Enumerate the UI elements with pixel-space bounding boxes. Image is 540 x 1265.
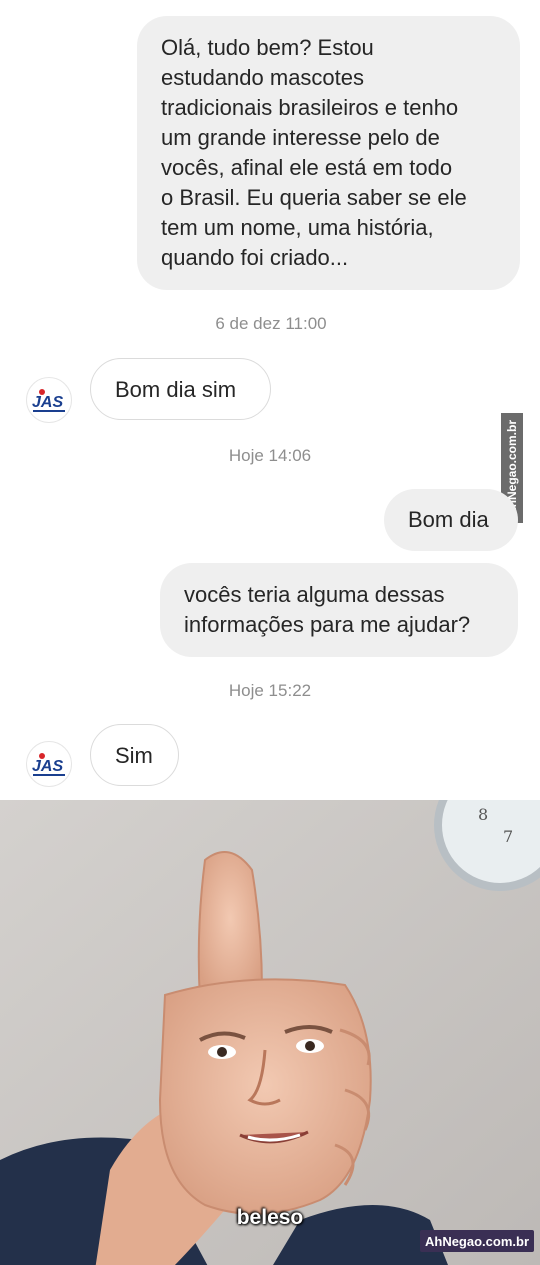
sender-avatar[interactable]: JAS — [26, 741, 72, 787]
message-bubble-outgoing[interactable]: Bom dia — [384, 489, 518, 551]
corner-watermark: AhNegao.com.br — [420, 1230, 534, 1252]
chat-thread: Olá, tudo bem? Estou estudando mascotes … — [0, 0, 540, 800]
sender-avatar[interactable]: JAS — [26, 377, 72, 423]
avatar-logo-text: JAS — [32, 758, 63, 775]
svg-text:8: 8 — [478, 805, 488, 824]
message-bubble-outgoing[interactable]: vocês teria alguma dessas informações pa… — [160, 563, 518, 657]
message-bubble-incoming[interactable]: Bom dia sim — [90, 358, 271, 420]
timestamp: Hoje 15:22 — [228, 681, 312, 700]
message-bubble-outgoing[interactable]: Olá, tudo bem? Estou estudando mascotes … — [137, 16, 520, 290]
timestamp: Hoje 14:06 — [228, 446, 312, 465]
avatar-logo-text: JAS — [32, 394, 63, 411]
thumbs-up-face-illustration: 8 7 — [0, 800, 540, 1265]
meme-image: 8 7 — [0, 800, 540, 1265]
meme-caption: beleso — [236, 1206, 304, 1229]
svg-text:7: 7 — [503, 827, 513, 846]
jas-logo-icon: JAS — [32, 753, 65, 776]
jas-logo-icon: JAS — [32, 389, 65, 412]
message-bubble-incoming[interactable]: Sim — [90, 724, 179, 786]
timestamp: 6 de dez 11:00 — [215, 314, 327, 333]
